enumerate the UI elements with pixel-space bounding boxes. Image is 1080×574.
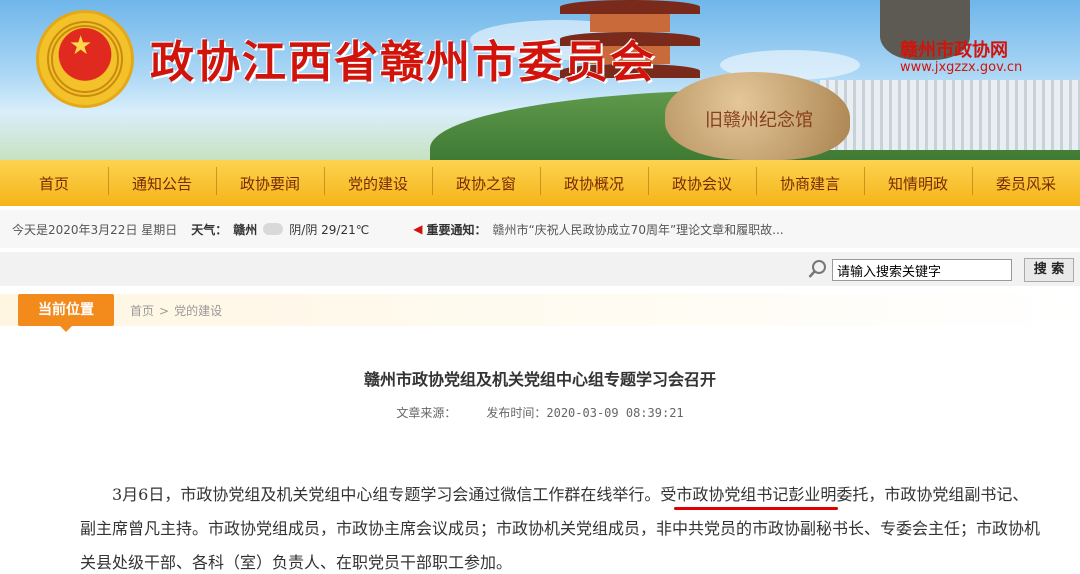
speaker-icon: ◀ — [413, 222, 423, 236]
body-text: 3月6日，市政协党组及机关党组中心组专题学习会通过微信工作群在线举行。受 — [112, 485, 677, 504]
publish-time: 2020-03-09 08:39:21 — [546, 406, 684, 420]
nav-item-notices[interactable]: 通知公告 — [108, 166, 216, 195]
nav-item-affairs[interactable]: 知情明政 — [864, 166, 972, 195]
nav-item-members[interactable]: 委员风采 — [972, 166, 1080, 195]
rock-inscription: 旧赣州纪念馆 — [705, 110, 813, 131]
nav-item-news[interactable]: 政协要闻 — [216, 166, 324, 195]
weather-text: 阴/阴 29/21℃ — [289, 222, 370, 237]
memorial-rock-image: 旧赣州纪念馆 — [665, 72, 850, 160]
breadcrumb-party-building[interactable]: 党的建设 — [174, 304, 222, 318]
site-name: 赣州市政协网 — [900, 40, 1008, 61]
cloud-icon — [263, 223, 284, 235]
breadcrumb-separator: > — [159, 304, 170, 318]
nav-item-party-building[interactable]: 党的建设 — [324, 166, 432, 195]
nav-item-home[interactable]: 首页 — [0, 173, 108, 194]
article-paragraph: 3月6日，市政协党组及机关党组中心组专题学习会通过微信工作群在线举行。受市政协党… — [80, 478, 1040, 574]
header-banner: 旧赣州纪念馆 ★ 政协江西省赣州市委员会 赣州市政协网 www.jxgzzx.g… — [0, 0, 1080, 160]
article-meta: 文章来源： 发布时间：2020-03-09 08:39:21 — [0, 404, 1080, 421]
notice-label: 重要通知： — [426, 222, 487, 237]
nav-item-consultation[interactable]: 协商建言 — [756, 166, 864, 195]
current-location-tag: 当前位置 — [18, 294, 114, 332]
info-bar: 今天是2020年3月22日 星期日 天气： 赣州 阴/阴 29/21℃ ◀ 重要… — [0, 210, 1080, 248]
weather-label: 天气： — [191, 222, 228, 237]
location-bar: 当前位置 首页 > 党的建设 — [0, 294, 1080, 332]
breadcrumb-home[interactable]: 首页 — [130, 304, 154, 318]
search-bar: 搜 索 — [0, 252, 1080, 286]
article-body: 3月6日，市政协党组及机关党组中心组专题学习会通过微信工作群在线举行。受市政协党… — [80, 478, 1040, 574]
site-url[interactable]: www.jxgzzx.gov.cn — [900, 60, 1022, 75]
site-title: 政协江西省赣州市委员会 — [150, 37, 656, 88]
article-title: 赣州市政协党组及机关党组中心组专题学习会召开 — [363, 370, 716, 389]
nav-item-overview[interactable]: 政协概况 — [540, 166, 648, 195]
nav-item-meetings[interactable]: 政协会议 — [648, 166, 756, 195]
main-nav: 首页 通知公告 政协要闻 党的建设 政协之窗 政协概况 政协会议 协商建言 知情… — [0, 160, 1080, 206]
search-input[interactable] — [832, 259, 1012, 281]
current-date: 今天是2020年3月22日 星期日 — [12, 222, 178, 237]
highlighted-text: 市政协党组书记彭业明 — [676, 485, 837, 504]
cppcc-emblem-icon: ★ — [36, 10, 134, 108]
railing-image — [820, 80, 1080, 150]
publish-label: 发布时间： — [486, 406, 547, 420]
source-label: 文章来源： — [396, 406, 457, 420]
search-icon — [808, 260, 826, 278]
breadcrumb: 首页 > 党的建设 — [130, 302, 222, 319]
weather-city: 赣州 — [233, 222, 258, 237]
notice-link[interactable]: 赣州市“庆祝人民政协成立70周年”理论文章和履职故... — [492, 221, 783, 238]
nav-item-window[interactable]: 政协之窗 — [432, 166, 540, 195]
search-button[interactable]: 搜 索 — [1024, 258, 1074, 282]
